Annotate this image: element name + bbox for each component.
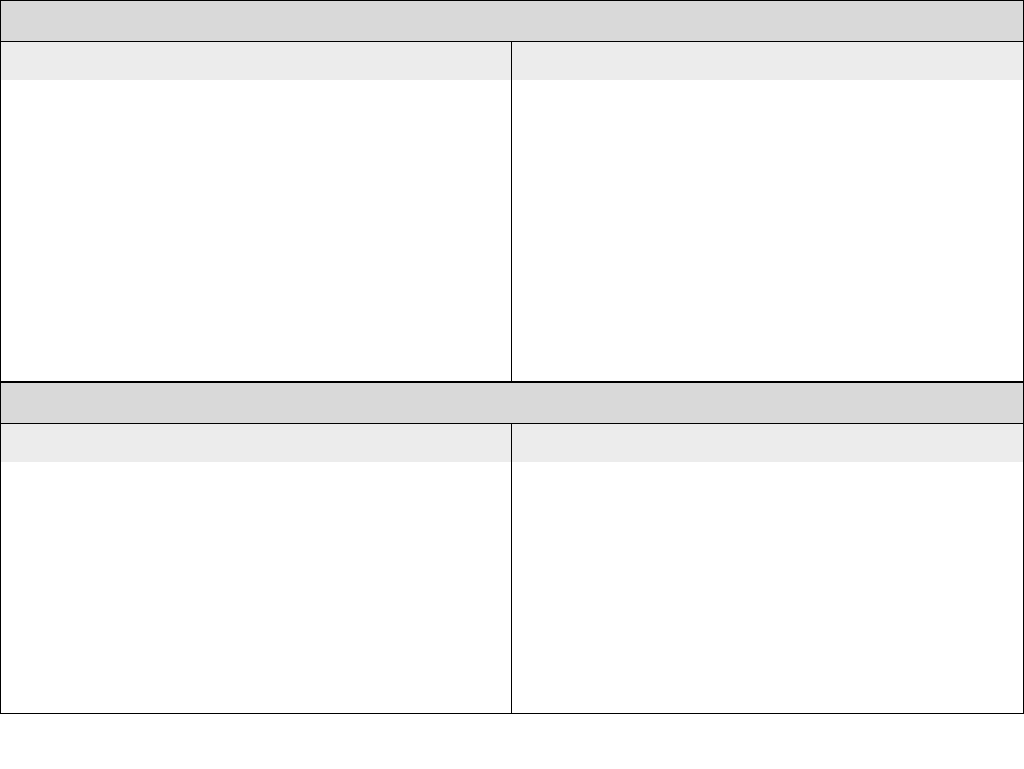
panel-2-left: [0, 424, 512, 714]
row-panels-2: [0, 424, 1024, 714]
panel-header-2-left: [1, 424, 511, 462]
panel-header-1-left: [1, 42, 511, 80]
row-title-2: [0, 382, 1024, 424]
panel-body-1-left: [1, 80, 511, 381]
panel-2-right: [512, 424, 1024, 714]
panel-1-left: [0, 42, 512, 382]
row-panels-1: [0, 42, 1024, 382]
panel-header-1-right: [512, 42, 1023, 80]
panel-body-1-right: [512, 80, 1023, 381]
panel-header-2-right: [512, 424, 1023, 462]
panel-body-2-right: [512, 462, 1023, 713]
panel-body-2-left: [1, 462, 511, 713]
panel-1-right: [512, 42, 1024, 382]
chart-grid: [0, 0, 1024, 714]
row-title-1: [0, 0, 1024, 42]
